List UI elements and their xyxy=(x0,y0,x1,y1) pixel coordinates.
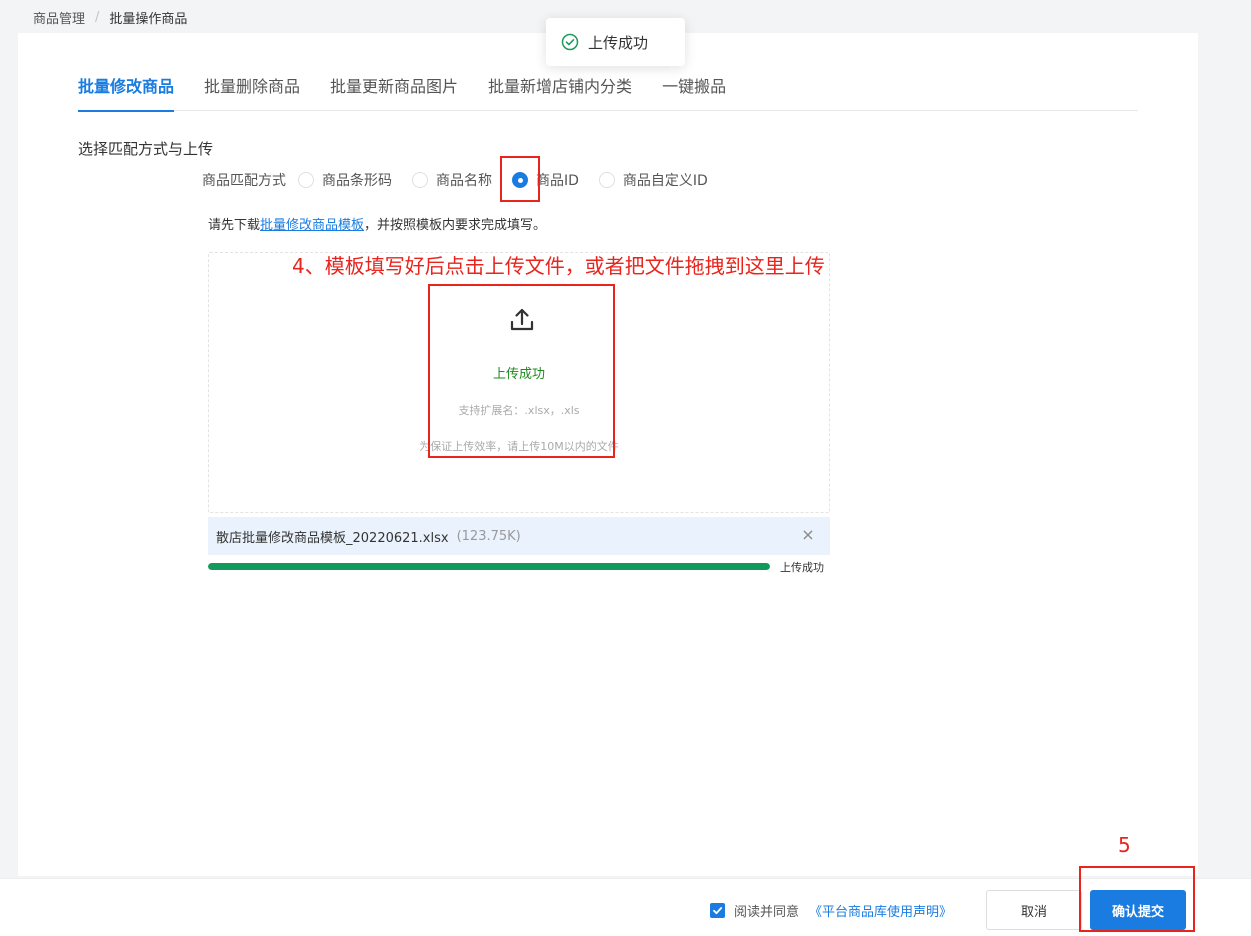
radio-product-id[interactable]: 商品ID xyxy=(512,170,579,190)
upload-progress-label: 上传成功 xyxy=(780,561,824,574)
file-name: 散店批量修改商品模板_20220621.xlsx xyxy=(216,530,449,546)
submit-button[interactable]: 确认提交 xyxy=(1090,890,1186,930)
uploaded-file-row: 散店批量修改商品模板_20220621.xlsx (123.75K) × xyxy=(208,517,830,555)
section-title: 选择匹配方式与上传 xyxy=(78,140,214,158)
footer-bar: 阅读并同意 《平台商品库使用声明》 取消 确认提交 xyxy=(0,878,1251,936)
upload-size-limit: 为保证上传效率，请上传10M以内的文件 xyxy=(419,440,619,453)
upload-icon[interactable] xyxy=(508,305,536,333)
file-size: (123.75K) xyxy=(456,528,521,544)
tab-batch-add-categories[interactable]: 批量新增店铺内分类 xyxy=(488,74,632,111)
tab-one-click-move[interactable]: 一键搬品 xyxy=(662,74,726,111)
tab-batch-update-images[interactable]: 批量更新商品图片 xyxy=(330,74,458,111)
match-method-label: 商品匹配方式 xyxy=(202,173,286,189)
radio-label: 商品自定义ID xyxy=(622,173,708,189)
success-toast: 上传成功 xyxy=(546,18,685,66)
radio-barcode[interactable]: 商品条形码 xyxy=(298,170,392,190)
upload-dropzone[interactable]: 上传成功 支持扩展名：.xlsx，.xls 为保证上传效率，请上传10M以内的文… xyxy=(208,252,830,513)
tab-batch-delete[interactable]: 批量删除商品 xyxy=(204,74,300,111)
match-method-row: 商品匹配方式 商品条形码 商品名称 商品ID 商品自定义ID xyxy=(202,170,728,190)
terms-link[interactable]: 《平台商品库使用声明》 xyxy=(809,901,952,920)
upload-extensions: 支持扩展名：.xlsx，.xls xyxy=(458,404,580,417)
radio-circle[interactable] xyxy=(598,172,615,188)
radio-circle[interactable] xyxy=(298,172,314,188)
check-icon xyxy=(713,907,723,915)
agree-label: 阅读并同意 xyxy=(734,905,800,920)
download-template-link[interactable]: 批量修改商品模板 xyxy=(260,218,364,233)
check-circle-icon xyxy=(561,33,579,51)
toast-message: 上传成功 xyxy=(588,33,649,52)
tab-bar: 批量修改商品 批量删除商品 批量更新商品图片 批量新增店铺内分类 一键搬品 xyxy=(78,74,1138,112)
upload-progress-fill xyxy=(208,563,770,570)
close-icon[interactable]: × xyxy=(800,527,816,543)
tab-batch-modify[interactable]: 批量修改商品 xyxy=(78,74,175,112)
radio-label: 商品ID xyxy=(536,173,579,189)
radio-circle[interactable] xyxy=(412,172,428,188)
annotation-step-5: 5 xyxy=(1118,833,1131,857)
radio-product-name[interactable]: 商品名称 xyxy=(412,170,492,190)
agree-row: 阅读并同意 《平台商品库使用声明》 xyxy=(710,901,952,920)
breadcrumb-item-product-management[interactable]: 商品管理 xyxy=(33,8,85,27)
download-tip: 请先下载批量修改商品模板，并按照模板内要求完成填写。 xyxy=(208,214,546,233)
breadcrumb-separator: / xyxy=(95,10,100,25)
radio-custom-id[interactable]: 商品自定义ID xyxy=(598,170,708,190)
upload-status: 上传成功 xyxy=(492,367,545,382)
radio-circle-checked[interactable] xyxy=(512,172,528,188)
radio-label: 商品条形码 xyxy=(322,173,392,189)
download-tip-suffix: ，并按照模板内要求完成填写。 xyxy=(364,218,547,233)
upload-progress-bar xyxy=(208,563,770,570)
download-tip-prefix: 请先下载 xyxy=(208,218,261,233)
annotation-step-4: 4、模板填写好后点击上传文件，或者把文件拖拽到这里上传 xyxy=(292,254,825,278)
cancel-button[interactable]: 取消 xyxy=(986,890,1082,930)
breadcrumb: 商品管理 / 批量操作商品 xyxy=(33,8,187,27)
agree-checkbox[interactable] xyxy=(710,903,725,918)
breadcrumb-item-batch-operations: 批量操作商品 xyxy=(109,12,188,27)
radio-label: 商品名称 xyxy=(436,173,492,189)
